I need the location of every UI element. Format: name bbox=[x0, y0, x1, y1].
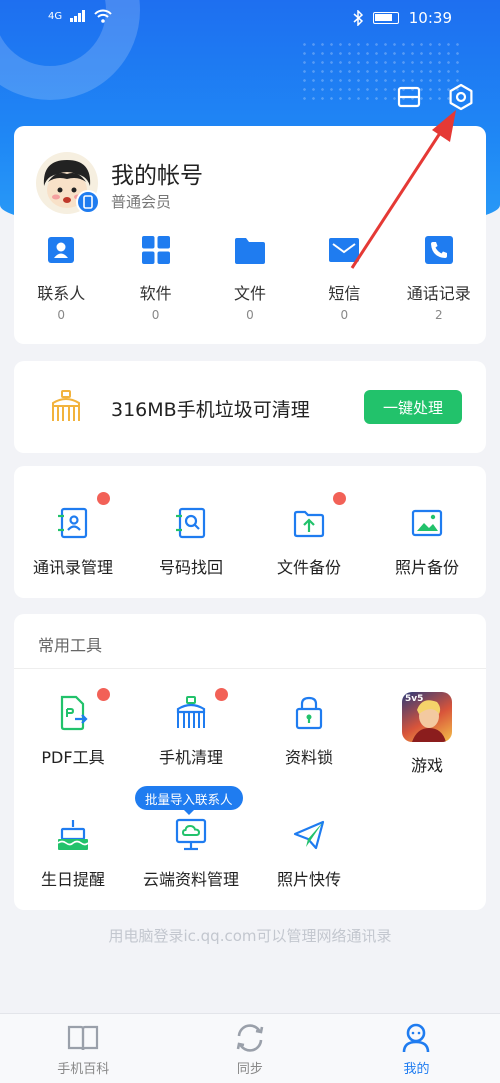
data-lock-item[interactable]: 资料锁 bbox=[250, 692, 368, 776]
tool-label: 生日提醒 bbox=[40, 870, 105, 889]
game-item[interactable]: 5v5 游戏 bbox=[368, 692, 486, 776]
apps-grid-icon bbox=[140, 234, 172, 266]
stat-count: 0 bbox=[340, 308, 349, 322]
quick-actions-row: 通讯录管理 号码找回 文件备份 照片备份 bbox=[14, 492, 486, 578]
pc-login-hint: 用电脑登录ic.qq.com可以管理网络通讯录 bbox=[108, 927, 392, 945]
pdf-tool-item[interactable]: PDF工具 bbox=[14, 688, 132, 776]
tool-label: 云端资料管理 bbox=[142, 870, 239, 889]
photo-transfer-item[interactable]: 照片快传 bbox=[250, 814, 368, 890]
quick-label: 照片备份 bbox=[394, 558, 459, 577]
one-click-clean-button[interactable]: 一键处理 bbox=[364, 390, 462, 424]
folder-icon bbox=[234, 234, 266, 266]
signal-label: 4G bbox=[48, 10, 63, 22]
tool-label: 照片快传 bbox=[276, 870, 341, 889]
quick-label: 号码找回 bbox=[158, 558, 223, 577]
user-icon bbox=[403, 1023, 430, 1053]
header-actions bbox=[394, 82, 476, 112]
section-title: 常用工具 bbox=[38, 636, 103, 655]
scan-icon[interactable] bbox=[394, 82, 424, 112]
quick-label: 通讯录管理 bbox=[32, 558, 113, 577]
book-icon bbox=[68, 1025, 99, 1051]
tool-label: 游戏 bbox=[410, 756, 443, 775]
contacts-icon bbox=[45, 234, 77, 266]
junk-size-text: 316MB手机垃圾可清理 bbox=[111, 399, 310, 421]
tool-label: 手机清理 bbox=[158, 748, 223, 767]
notification-dot bbox=[97, 688, 110, 701]
empty-cell bbox=[368, 814, 486, 890]
bottom-tab-bar: 手机百科 同步 我的 bbox=[0, 1013, 500, 1083]
tool-label: PDF工具 bbox=[41, 748, 105, 767]
stat-label: 短信 bbox=[328, 284, 361, 303]
stat-label: 通话记录 bbox=[406, 284, 471, 303]
number-recovery-item[interactable]: 号码找回 bbox=[132, 502, 250, 578]
tab-label: 我的 bbox=[403, 1062, 430, 1077]
notification-dot bbox=[215, 688, 228, 701]
bluetooth-icon bbox=[353, 10, 363, 26]
game-icon: 5v5 bbox=[402, 692, 452, 742]
account-stats: 联系人 0 软件 0 文件 0 短信 0 通话记录 2 bbox=[14, 234, 486, 322]
membership-level: 普通会员 bbox=[111, 193, 172, 211]
stat-count: 0 bbox=[246, 308, 254, 322]
cloud-monitor-icon bbox=[170, 814, 212, 856]
account-card: 我的帐号 普通会员 联系人 0 软件 0 文件 0 短信 0 通话记录 2 bbox=[14, 126, 486, 344]
photo-backup-item[interactable]: 照片备份 bbox=[368, 502, 486, 578]
stat-contacts[interactable]: 联系人 0 bbox=[14, 234, 108, 322]
photo-icon bbox=[406, 502, 448, 544]
broom-icon bbox=[170, 692, 212, 734]
birthday-reminder-item[interactable]: 生日提醒 bbox=[14, 814, 132, 890]
stat-count: 0 bbox=[57, 308, 66, 322]
stat-files[interactable]: 文件 0 bbox=[203, 234, 297, 322]
batch-import-tooltip[interactable]: 批量导入联系人 bbox=[135, 786, 243, 815]
contacts-manage-item[interactable]: 通讯录管理 bbox=[14, 492, 132, 578]
tools-row-1: PDF工具 手机清理 资料锁 5v5 游戏 bbox=[14, 688, 486, 776]
pdf-icon bbox=[52, 692, 94, 734]
sync-icon bbox=[236, 1024, 264, 1052]
mail-icon bbox=[328, 234, 360, 266]
quick-label: 文件备份 bbox=[276, 558, 341, 577]
folder-upload-icon bbox=[288, 502, 330, 544]
wifi-icon bbox=[94, 9, 112, 23]
stat-sms[interactable]: 短信 0 bbox=[297, 234, 391, 322]
search-contact-icon bbox=[170, 502, 212, 544]
phone-badge-icon bbox=[76, 190, 100, 214]
file-backup-item[interactable]: 文件备份 bbox=[250, 492, 368, 578]
stat-count: 2 bbox=[434, 308, 443, 322]
tab-label: 同步 bbox=[236, 1062, 263, 1077]
phone-icon bbox=[423, 234, 455, 266]
cake-icon bbox=[52, 814, 94, 856]
divider bbox=[14, 668, 486, 669]
broom-icon bbox=[48, 389, 84, 429]
quick-actions-card: 通讯录管理 号码找回 文件备份 照片备份 bbox=[14, 466, 486, 598]
clock: 10:39 bbox=[408, 9, 452, 27]
notification-dot bbox=[333, 492, 346, 505]
stat-label: 软件 bbox=[139, 284, 172, 303]
contact-book-icon bbox=[52, 502, 94, 544]
stat-label: 联系人 bbox=[37, 284, 86, 303]
phone-clean-item[interactable]: 手机清理 bbox=[132, 688, 250, 776]
cloud-data-manage-item[interactable]: 云端资料管理 bbox=[132, 814, 250, 890]
battery-icon bbox=[372, 12, 399, 24]
notification-dot bbox=[97, 492, 110, 505]
tools-row-2: 生日提醒 云端资料管理 照片快传 bbox=[14, 814, 486, 890]
tab-phone-encyclopedia[interactable]: 手机百科 bbox=[0, 1014, 167, 1083]
common-tools-card: 常用工具 PDF工具 手机清理 资料锁 5v5 游戏 批量导入联系人 生日提醒 … bbox=[14, 614, 486, 910]
tab-sync[interactable]: 同步 bbox=[167, 1014, 334, 1083]
stat-apps[interactable]: 软件 0 bbox=[108, 234, 202, 322]
account-name[interactable]: 我的帐号 bbox=[111, 156, 203, 190]
tab-label: 手机百科 bbox=[57, 1062, 110, 1077]
cleanup-card: 316MB手机垃圾可清理 一键处理 bbox=[14, 361, 486, 453]
stat-calls[interactable]: 通话记录 2 bbox=[392, 234, 486, 322]
signal-icon bbox=[70, 10, 86, 22]
settings-gear-icon[interactable] bbox=[446, 82, 476, 112]
status-bar: 4G 10:39 bbox=[0, 0, 500, 38]
paper-plane-icon bbox=[288, 814, 330, 856]
stat-label: 文件 bbox=[233, 284, 266, 303]
lock-icon bbox=[288, 692, 330, 734]
tool-label: 资料锁 bbox=[284, 748, 333, 767]
stat-count: 0 bbox=[151, 308, 160, 322]
tab-mine[interactable]: 我的 bbox=[333, 1014, 500, 1083]
